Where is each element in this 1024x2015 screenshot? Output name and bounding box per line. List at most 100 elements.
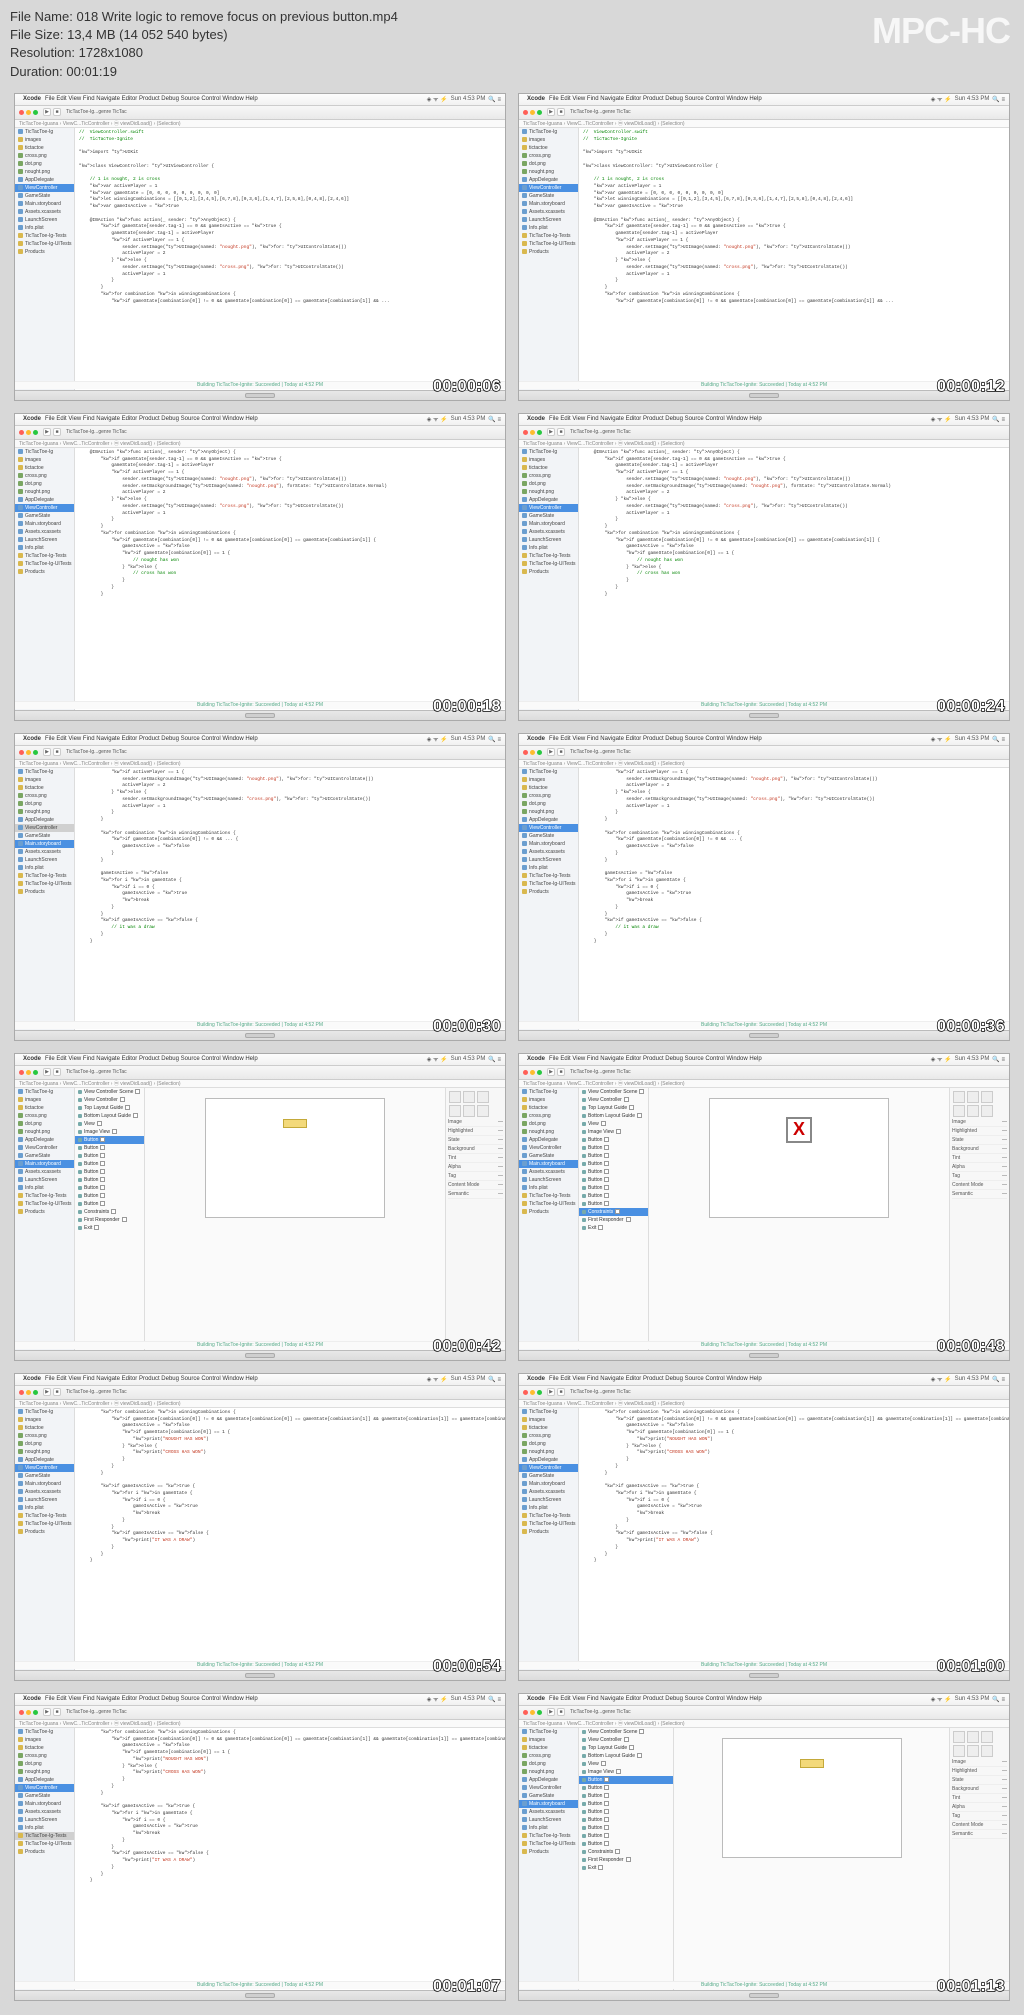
nav-item[interactable]: images — [519, 456, 578, 464]
jump-bar[interactable]: TicTacToe-Iguana › ViewC...TicController… — [15, 760, 505, 768]
nav-item[interactable]: tictactoe — [519, 1424, 578, 1432]
checkbox[interactable] — [100, 1153, 105, 1158]
inspector-panel[interactable]: Image—Highlighted—State—Background—Tint—… — [445, 1088, 505, 1360]
inspector-row[interactable]: Semantic— — [952, 1830, 1007, 1839]
scheme[interactable]: TicTacToe-Ig...genre TicTac — [570, 429, 631, 435]
nav-item[interactable]: TicTacToe-Ig — [519, 768, 578, 776]
nav-item[interactable]: Assets.xcassets — [15, 848, 74, 856]
nav-item[interactable]: Products — [519, 1848, 578, 1856]
inspector-tab-icon[interactable] — [967, 1731, 979, 1743]
inspector-row[interactable]: Tag— — [952, 1812, 1007, 1821]
inspector-row[interactable]: Content Mode— — [952, 1821, 1007, 1830]
outline-item[interactable]: First Responder — [579, 1216, 648, 1224]
checkbox[interactable] — [637, 1113, 642, 1118]
outline-item[interactable]: Button — [75, 1136, 144, 1144]
video-thumbnail[interactable]: Xcode File Edit View Find Navigate Edito… — [14, 733, 506, 1041]
inspector-tab-icon[interactable] — [967, 1091, 979, 1103]
nav-item[interactable]: AppDelegate — [15, 496, 74, 504]
inspector-tab-icon[interactable] — [477, 1105, 489, 1117]
nav-item[interactable]: GameState — [519, 1792, 578, 1800]
nav-item[interactable]: dot.png — [519, 800, 578, 808]
nav-item[interactable]: GameState — [15, 1152, 74, 1160]
checkbox[interactable] — [604, 1153, 609, 1158]
outline-item[interactable]: View Controller — [579, 1736, 673, 1744]
stop-button[interactable]: ■ — [53, 748, 61, 756]
nav-item[interactable]: Products — [519, 1528, 578, 1536]
nav-item[interactable]: Products — [15, 1528, 74, 1536]
checkbox[interactable] — [100, 1201, 105, 1206]
scheme[interactable]: TicTacToe-Ig...genre TicTac — [66, 1389, 127, 1395]
nav-item[interactable]: ViewController — [15, 184, 74, 192]
checkbox[interactable] — [604, 1785, 609, 1790]
inspector-tab-icon[interactable] — [449, 1105, 461, 1117]
outline-item[interactable]: Button — [579, 1136, 648, 1144]
nav-item[interactable]: Main.storyboard — [15, 520, 74, 528]
checkbox[interactable] — [598, 1225, 603, 1230]
nav-item[interactable]: images — [519, 1736, 578, 1744]
nav-item[interactable]: Info.plist — [519, 1824, 578, 1832]
scheme[interactable]: TicTacToe-Ig...genre TicTac — [66, 429, 127, 435]
nav-item[interactable]: TicTacToe-Ig-UITests — [15, 1840, 74, 1848]
nav-item[interactable]: Assets.xcassets — [15, 528, 74, 536]
nav-item[interactable]: AppDelegate — [519, 496, 578, 504]
nav-item[interactable]: tictactoe — [15, 144, 74, 152]
run-button[interactable]: ▶ — [43, 748, 51, 756]
nav-item[interactable]: TicTacToe-Ig-Tests — [15, 552, 74, 560]
project-navigator[interactable]: TicTacToe-Igimagestictactoecross.pngdot.… — [519, 448, 579, 720]
inspector-tab-icon[interactable] — [953, 1745, 965, 1757]
source-editor[interactable]: "kw">if activePlayer == 1 { sender.setBa… — [579, 768, 1009, 1040]
checkbox[interactable] — [598, 1865, 603, 1870]
checkbox[interactable] — [639, 1729, 644, 1734]
device-view[interactable] — [722, 1738, 902, 1858]
outline-item[interactable]: Button — [579, 1824, 673, 1832]
checkbox[interactable] — [125, 1105, 130, 1110]
source-editor[interactable]: // ViewController.swift // TicTacToe-Ign… — [75, 128, 505, 400]
outline-item[interactable]: Button — [579, 1168, 648, 1176]
inspector-row[interactable]: Highlighted— — [952, 1767, 1007, 1776]
zoom-icon[interactable] — [33, 1070, 38, 1075]
video-thumbnail[interactable]: Xcode File Edit View Find Navigate Edito… — [14, 93, 506, 401]
checkbox[interactable] — [122, 1217, 127, 1222]
outline-item[interactable]: View Controller — [579, 1096, 648, 1104]
nav-item[interactable]: nought.png — [15, 808, 74, 816]
checkbox[interactable] — [604, 1177, 609, 1182]
nav-item[interactable]: tictactoe — [15, 1424, 74, 1432]
nav-item[interactable]: LaunchScreen — [519, 536, 578, 544]
minimize-icon[interactable] — [26, 1070, 31, 1075]
nav-item[interactable]: Assets.xcassets — [519, 1808, 578, 1816]
nav-item[interactable]: Assets.xcassets — [519, 848, 578, 856]
nav-item[interactable]: tictactoe — [519, 784, 578, 792]
nav-item[interactable]: Info.plist — [15, 1504, 74, 1512]
nav-item[interactable]: Main.storyboard — [15, 1800, 74, 1808]
outline-item[interactable]: View — [579, 1120, 648, 1128]
nav-item[interactable]: Products — [15, 1208, 74, 1216]
nav-item[interactable]: TicTacToe-Ig-UITests — [519, 1520, 578, 1528]
stop-button[interactable]: ■ — [557, 108, 565, 116]
nav-item[interactable]: Info.plist — [15, 1184, 74, 1192]
nav-item[interactable]: TicTacToe-Ig-Tests — [519, 1512, 578, 1520]
outline-item[interactable]: View Controller Scene — [579, 1088, 648, 1096]
inspector-panel[interactable]: Image—Highlighted—State—Background—Tint—… — [949, 1728, 1009, 2000]
checkbox[interactable] — [624, 1737, 629, 1742]
video-thumbnail[interactable]: Xcode File Edit View Find Navigate Edito… — [518, 413, 1010, 721]
nav-item[interactable]: Info.plist — [15, 544, 74, 552]
nav-item[interactable]: Info.plist — [519, 1504, 578, 1512]
run-button[interactable]: ▶ — [43, 1708, 51, 1716]
interface-builder-canvas[interactable] — [674, 1728, 949, 2000]
nav-item[interactable]: images — [519, 1096, 578, 1104]
nav-item[interactable]: nought.png — [15, 1448, 74, 1456]
project-navigator[interactable]: TicTacToe-Igimagestictactoecross.pngdot.… — [15, 1728, 75, 2000]
checkbox[interactable] — [604, 1801, 609, 1806]
nav-item[interactable]: dot.png — [15, 800, 74, 808]
stop-button[interactable]: ■ — [557, 1068, 565, 1076]
inspector-row[interactable]: State— — [952, 1776, 1007, 1785]
outline-item[interactable]: Bottom Layout Guide — [75, 1112, 144, 1120]
checkbox[interactable] — [604, 1193, 609, 1198]
inspector-tab-icon[interactable] — [463, 1091, 475, 1103]
nav-item[interactable]: nought.png — [519, 1768, 578, 1776]
jump-bar[interactable]: TicTacToe-Iguana › ViewC...TicController… — [15, 1080, 505, 1088]
outline-item[interactable]: Image View — [579, 1128, 648, 1136]
nav-item[interactable]: LaunchScreen — [15, 1176, 74, 1184]
nav-item[interactable]: images — [15, 1096, 74, 1104]
nav-item[interactable]: LaunchScreen — [15, 856, 74, 864]
